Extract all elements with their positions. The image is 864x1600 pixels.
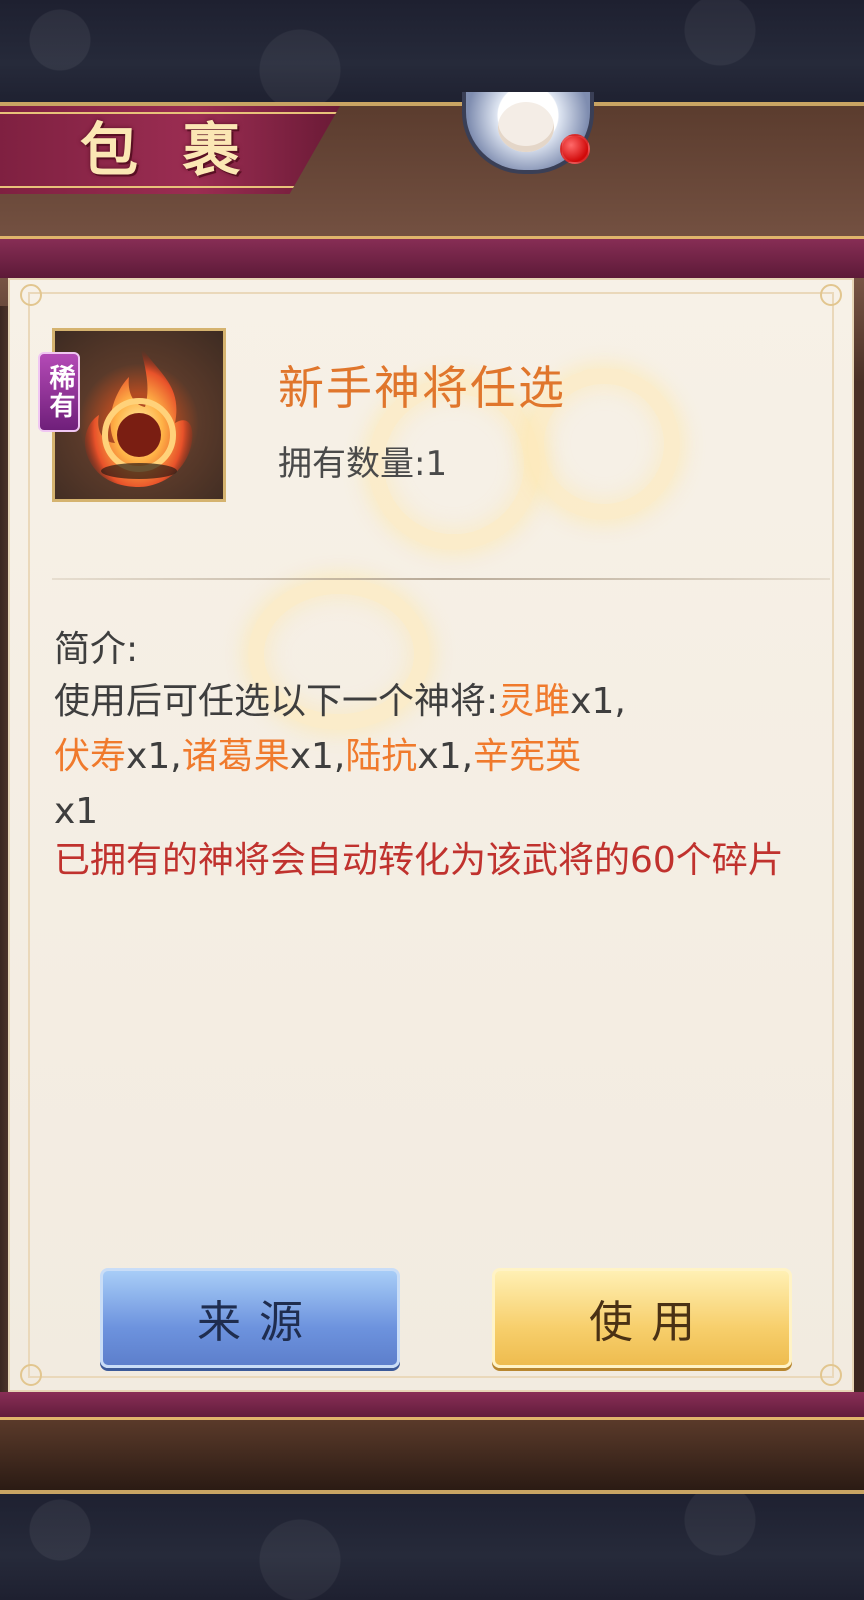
owned-count: 1 bbox=[425, 444, 448, 484]
source-button[interactable]: 来源 bbox=[100, 1268, 400, 1368]
general-option-name: 陆抗 bbox=[345, 736, 418, 777]
general-option-qty: x1 bbox=[570, 681, 615, 722]
top-decorative-band bbox=[0, 0, 864, 106]
item-name: 新手神将任选 bbox=[278, 361, 566, 415]
bottom-decorative-band bbox=[0, 1490, 864, 1600]
panel-bottom-frame bbox=[0, 1392, 864, 1420]
description-text: 使用后可任选以下一个神将:灵雎x1, 伏寿x1,诸葛果x1,陆抗x1,辛宪英 x… bbox=[54, 674, 814, 839]
general-option-name: 辛宪英 bbox=[473, 736, 582, 777]
page-title: 包 裹 bbox=[80, 116, 253, 184]
notification-dot bbox=[560, 134, 590, 164]
description-intro: 使用后可任选以下一个神将: bbox=[54, 681, 499, 722]
divider bbox=[52, 578, 830, 580]
general-option-name: 灵雎 bbox=[498, 681, 571, 722]
general-option-name: 伏寿 bbox=[54, 736, 127, 777]
separator: , bbox=[170, 736, 182, 777]
rarity-badge: 稀有 bbox=[38, 352, 80, 432]
general-option-name: 诸葛果 bbox=[181, 736, 290, 777]
conversion-note: 已拥有的神将会自动转化为该武将的60个碎片 bbox=[54, 840, 784, 881]
corner-ornament bbox=[20, 1364, 42, 1386]
owned-quantity: 拥有数量:1 bbox=[278, 436, 447, 485]
general-option-qty: x1 bbox=[417, 736, 462, 777]
separator: , bbox=[614, 681, 626, 722]
corner-ornament bbox=[820, 284, 842, 306]
corner-ornament bbox=[20, 284, 42, 306]
general-option-qty: x1 bbox=[54, 791, 99, 832]
avatar-face bbox=[498, 102, 554, 152]
separator: , bbox=[461, 736, 474, 777]
fire-orb-icon bbox=[84, 343, 193, 487]
panel-top-frame bbox=[0, 236, 864, 278]
general-option-qty: x1 bbox=[289, 736, 334, 777]
owned-label: 拥有数量: bbox=[278, 444, 426, 484]
description-label: 简介: bbox=[54, 629, 139, 670]
separator: , bbox=[333, 736, 346, 777]
wood-base bbox=[0, 1420, 864, 1490]
corner-ornament bbox=[820, 1364, 842, 1386]
general-option-qty: x1 bbox=[126, 736, 171, 777]
use-button[interactable]: 使用 bbox=[492, 1268, 792, 1368]
